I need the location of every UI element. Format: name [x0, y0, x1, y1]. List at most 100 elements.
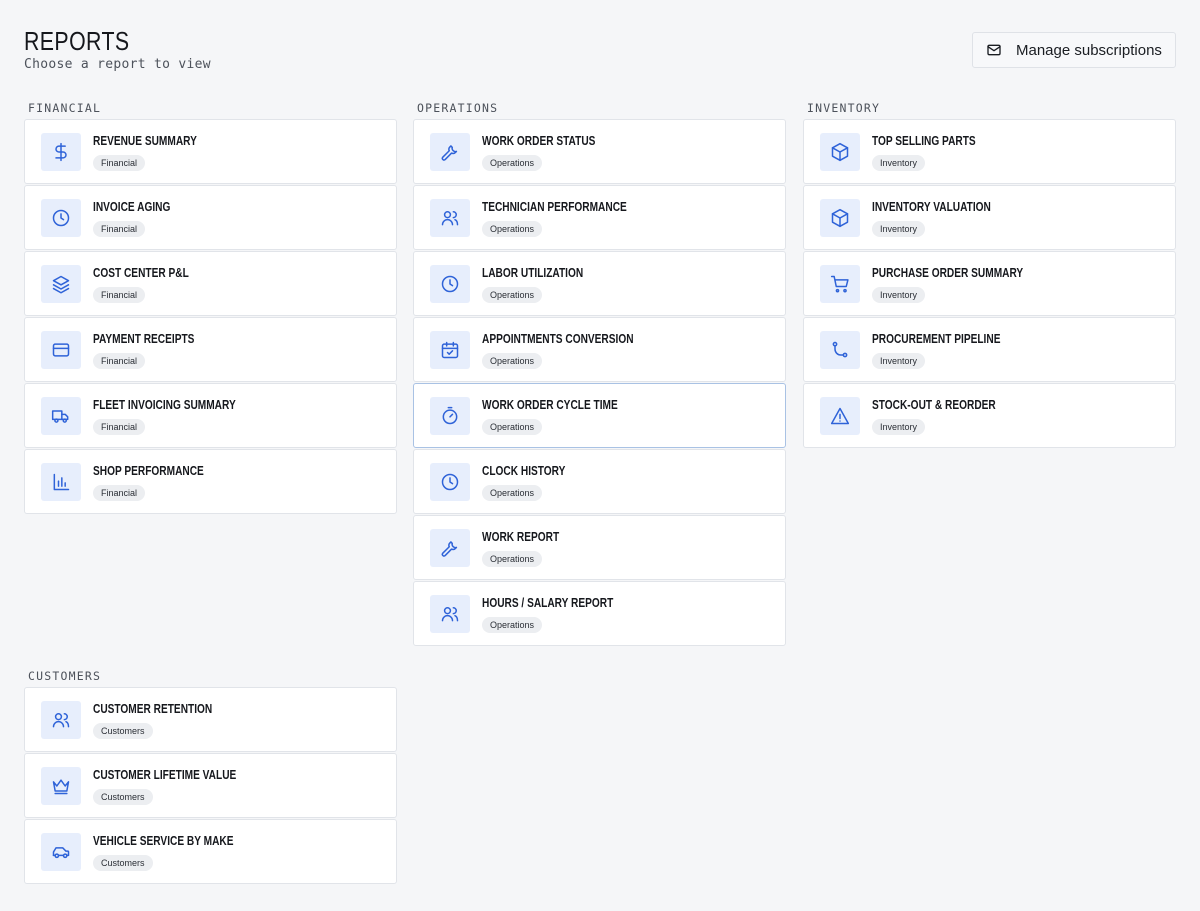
report-card-text: HOURS / SALARY REPORT Operations [482, 595, 650, 633]
report-icon-box [820, 198, 860, 237]
report-card-fleet-invoicing-summary[interactable]: FLEET INVOICING SUMMARY Financial [24, 383, 397, 448]
section-customers: CUSTOMERS CUSTOMER RETENTION Customers CUS… [24, 669, 397, 884]
wrench-icon [441, 144, 458, 161]
report-icon-box [41, 766, 81, 805]
report-card-text: PAYMENT RECEIPTS Financial [93, 331, 223, 369]
report-icon-box [430, 396, 470, 435]
report-icon-box [41, 700, 81, 739]
category-badge: Operations [482, 484, 543, 501]
cart-icon [830, 275, 849, 293]
report-card-text: PROCUREMENT PIPELINE Inventory [872, 331, 1037, 369]
category-badge: Customers [93, 788, 153, 805]
report-icon-box [820, 396, 860, 435]
report-card-text: CLOCK HISTORY Operations [482, 463, 589, 501]
report-card-procurement-pipeline[interactable]: PROCUREMENT PIPELINE Inventory [803, 317, 1176, 382]
report-card-vehicle-service-by-make[interactable]: VEHICLE SERVICE BY MAKE Customers [24, 819, 397, 884]
clock-icon [52, 209, 70, 226]
category-badge: Operations [482, 352, 543, 369]
car-icon [52, 846, 70, 858]
category-badge: Financial [93, 220, 146, 237]
report-title: COST CENTER P&L [93, 264, 189, 280]
report-card-revenue-summary[interactable]: REVENUE SUMMARY Financial [24, 119, 397, 184]
report-card-payment-receipts[interactable]: PAYMENT RECEIPTS Financial [24, 317, 397, 382]
users-icon [441, 606, 459, 621]
section-title: FINANCIAL [28, 101, 102, 115]
report-card-text: VEHICLE SERVICE BY MAKE Customers [93, 833, 273, 871]
category-badge: Financial [93, 418, 146, 435]
report-card-text: WORK ORDER STATUS Operations [482, 133, 627, 171]
manage-subscriptions-button[interactable]: Manage subscriptions [972, 32, 1176, 68]
report-card-hours-salary-report[interactable]: HOURS / SALARY REPORT Operations [413, 581, 786, 646]
category-badge: Financial [93, 484, 146, 501]
section-operations: OPERATIONS WORK ORDER STATUS Operations TE… [413, 101, 786, 646]
report-icon-box [430, 264, 470, 303]
dollar-icon [55, 142, 67, 161]
category-badge: Operations [482, 286, 543, 303]
report-card-labor-utilization[interactable]: LABOR UTILIZATION Operations [413, 251, 786, 316]
report-card-text: CUSTOMER RETENTION Customers [93, 701, 246, 739]
report-card-text: WORK ORDER CYCLE TIME Operations [482, 397, 656, 435]
page-title: REPORTS [24, 26, 130, 56]
category-badge: Operations [482, 550, 543, 567]
report-title: WORK ORDER CYCLE TIME [482, 396, 618, 412]
report-card-customer-retention[interactable]: CUSTOMER RETENTION Customers [24, 687, 397, 752]
report-icon-box [430, 330, 470, 369]
report-icon-box [430, 594, 470, 633]
report-card-technician-performance[interactable]: TECHNICIAN PERFORMANCE Operations [413, 185, 786, 250]
report-icon-box [41, 832, 81, 871]
wrench-icon [441, 540, 458, 557]
report-card-work-report[interactable]: WORK REPORT Operations [413, 515, 786, 580]
category-badge: Operations [482, 418, 543, 435]
category-badge: Operations [482, 154, 543, 171]
report-card-purchase-order-summary[interactable]: PURCHASE ORDER SUMMARY Inventory [803, 251, 1176, 316]
category-badge: Financial [93, 352, 146, 369]
report-card-work-order-status[interactable]: WORK ORDER STATUS Operations [413, 119, 786, 184]
report-icon-box [41, 462, 81, 501]
clock-icon [441, 473, 459, 490]
report-card-top-selling-parts[interactable]: TOP SELLING PARTS Inventory [803, 119, 1176, 184]
report-card-text: SHOP PERFORMANCE Financial [93, 463, 235, 501]
report-card-work-order-cycle-time[interactable]: WORK ORDER CYCLE TIME Operations [413, 383, 786, 448]
report-card-text: APPOINTMENTS CONVERSION Operations [482, 331, 676, 369]
box-icon [831, 142, 849, 161]
report-card-shop-performance[interactable]: SHOP PERFORMANCE Financial [24, 449, 397, 514]
category-badge: Inventory [872, 418, 926, 435]
report-title: HOURS / SALARY REPORT [482, 594, 614, 610]
report-title: INVENTORY VALUATION [872, 198, 991, 214]
truck-icon [51, 409, 69, 423]
report-card-text: TOP SELLING PARTS Inventory [872, 133, 1005, 171]
report-title: STOCK-OUT & REORDER [872, 396, 996, 412]
report-title: LABOR UTILIZATION [482, 264, 584, 280]
report-card-appointments-conversion[interactable]: APPOINTMENTS CONVERSION Operations [413, 317, 786, 382]
report-card-text: INVENTORY VALUATION Inventory [872, 199, 1024, 237]
page-header: REPORTS Choose a report to view [24, 26, 211, 72]
report-card-stock-out-and-reorder[interactable]: STOCK-OUT & REORDER Inventory [803, 383, 1176, 448]
report-title: CLOCK HISTORY [482, 462, 566, 478]
bar-chart-icon [53, 473, 70, 490]
report-card-customer-lifetime-value[interactable]: CUSTOMER LIFETIME VALUE Customers [24, 753, 397, 818]
report-icon-box [41, 264, 81, 303]
report-title: APPOINTMENTS CONVERSION [482, 330, 634, 346]
report-icon-box [430, 528, 470, 567]
category-badge: Financial [93, 154, 146, 171]
category-badge: Customers [93, 722, 153, 739]
report-title: INVOICE AGING [93, 198, 171, 214]
category-badge: Inventory [872, 352, 926, 369]
report-card-inventory-valuation[interactable]: INVENTORY VALUATION Inventory [803, 185, 1176, 250]
report-title: WORK REPORT [482, 528, 560, 544]
pipeline-icon [832, 341, 848, 357]
users-icon [441, 210, 459, 225]
report-icon-box [41, 132, 81, 171]
report-icon-box [430, 132, 470, 171]
report-card-clock-history[interactable]: CLOCK HISTORY Operations [413, 449, 786, 514]
report-card-text: LABOR UTILIZATION Operations [482, 265, 612, 303]
report-card-cost-center-pandl[interactable]: COST CENTER P&L Financial [24, 251, 397, 316]
card-list: CUSTOMER RETENTION Customers CUSTOMER LIFE… [24, 687, 397, 884]
card-list: TOP SELLING PARTS Inventory INVENTORY VALU… [803, 119, 1176, 448]
report-card-invoice-aging[interactable]: INVOICE AGING Financial [24, 185, 397, 250]
category-badge: Operations [482, 616, 543, 633]
section-title: INVENTORY [807, 101, 881, 115]
card-list: REVENUE SUMMARY Financial INVOICE AGING Fin… [24, 119, 397, 514]
credit-card-icon [52, 342, 70, 357]
report-title: TOP SELLING PARTS [872, 132, 976, 148]
